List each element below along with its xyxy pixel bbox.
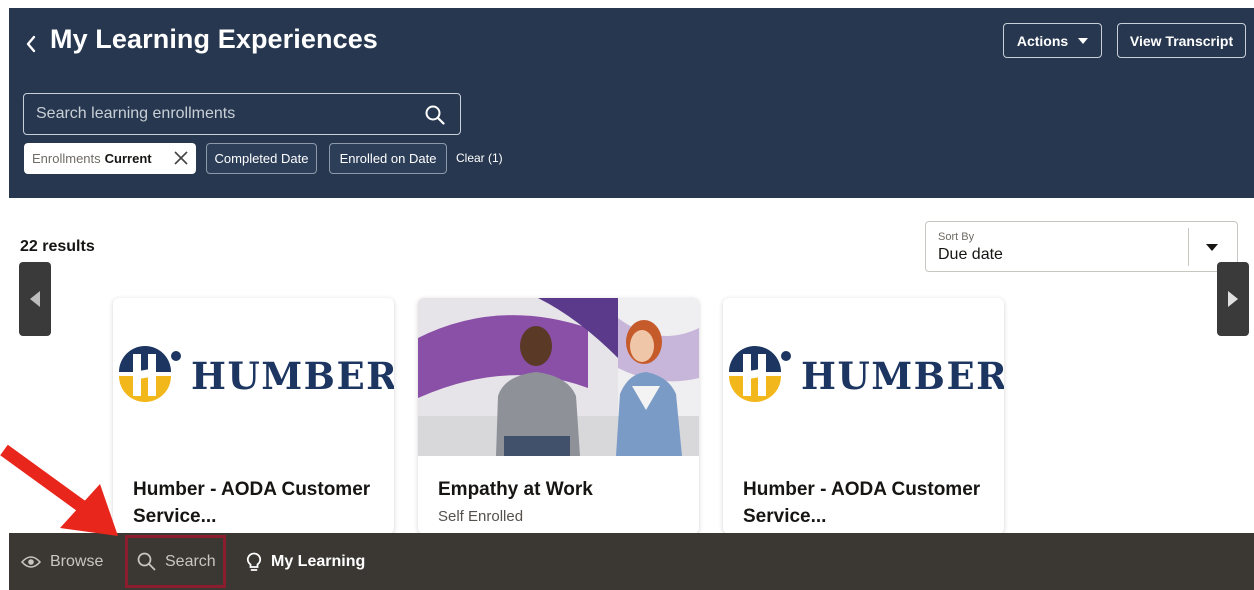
caret-down-icon [1078, 37, 1089, 44]
annotation-arrow [0, 444, 118, 536]
carousel-previous-button[interactable] [19, 262, 51, 336]
humber-wordmark: HUMBER [801, 354, 1004, 398]
chevron-left-icon [26, 35, 36, 53]
search-field [23, 93, 461, 135]
search-icon [137, 552, 156, 571]
people-talking-photo [418, 298, 699, 456]
clear-filters-link[interactable]: Clear (1) [456, 151, 503, 165]
humber-logo: HUMBER [113, 346, 394, 410]
card-title: Humber - AODA Customer Service... [133, 479, 371, 527]
page-title: My Learning Experiences [50, 24, 378, 54]
nav-search-label: Search [165, 552, 216, 570]
triangle-right-icon [1228, 291, 1238, 307]
lightbulb-icon [246, 552, 262, 571]
bottom-navigation: Browse Search My Learning [9, 533, 1254, 590]
carousel-next-button[interactable] [1217, 262, 1249, 336]
search-input[interactable] [36, 94, 416, 134]
sort-dropdown-toggle[interactable] [1203, 239, 1221, 255]
caret-down-icon [1206, 243, 1218, 251]
search-submit-button[interactable] [422, 102, 448, 128]
sort-by-select[interactable]: Sort By Due date [925, 221, 1238, 272]
sort-divider [1188, 228, 1189, 266]
filter-chip-value: Current [104, 151, 152, 166]
remove-filter-button[interactable] [172, 149, 190, 167]
close-icon [174, 151, 188, 165]
actions-button[interactable]: Actions [1003, 23, 1102, 58]
card-image [418, 298, 699, 456]
search-icon [425, 105, 445, 125]
humber-logo: HUMBER [723, 346, 1004, 410]
humber-emblem-icon [119, 346, 181, 402]
nav-my-learning-label: My Learning [271, 552, 366, 570]
humber-wordmark: HUMBER [191, 354, 394, 398]
nav-my-learning[interactable]: My Learning [246, 533, 365, 590]
eye-icon [21, 555, 41, 568]
sort-by-value: Due date [938, 246, 1003, 263]
humber-emblem-icon [729, 346, 791, 402]
card-enrollment-status: Self Enrolled [438, 508, 524, 525]
learning-card[interactable]: HUMBER Humber - AODA Customer Service... [723, 298, 1004, 534]
card-image: HUMBER [723, 298, 1004, 456]
nav-browse[interactable]: Browse [21, 533, 103, 590]
filter-chip-enrollments[interactable]: Enrollments Current [24, 143, 196, 174]
view-transcript-button[interactable]: View Transcript [1117, 23, 1246, 58]
page-header: My Learning Experiences Actions View Tra… [9, 8, 1254, 198]
back-button[interactable] [19, 30, 43, 58]
filter-chip-label: Enrollments [32, 151, 101, 166]
filter-chip-completed-date[interactable]: Completed Date [206, 143, 317, 174]
learning-card[interactable]: Empathy at Work Self Enrolled [418, 298, 699, 534]
sort-by-label: Sort By [938, 231, 975, 243]
results-count: 22 results [20, 238, 95, 255]
actions-label: Actions [1016, 32, 1069, 49]
card-title: Humber - AODA Customer Service... [743, 479, 981, 527]
learning-card[interactable]: HUMBER Humber - AODA Customer Service... [113, 298, 394, 534]
filter-chip-enrolled-on-date[interactable]: Enrolled on Date [329, 143, 447, 174]
card-title: Empathy at Work [438, 479, 593, 500]
nav-browse-label: Browse [50, 552, 104, 570]
triangle-left-icon [30, 291, 40, 307]
nav-search[interactable]: Search [125, 535, 226, 588]
card-image: HUMBER [113, 298, 394, 456]
